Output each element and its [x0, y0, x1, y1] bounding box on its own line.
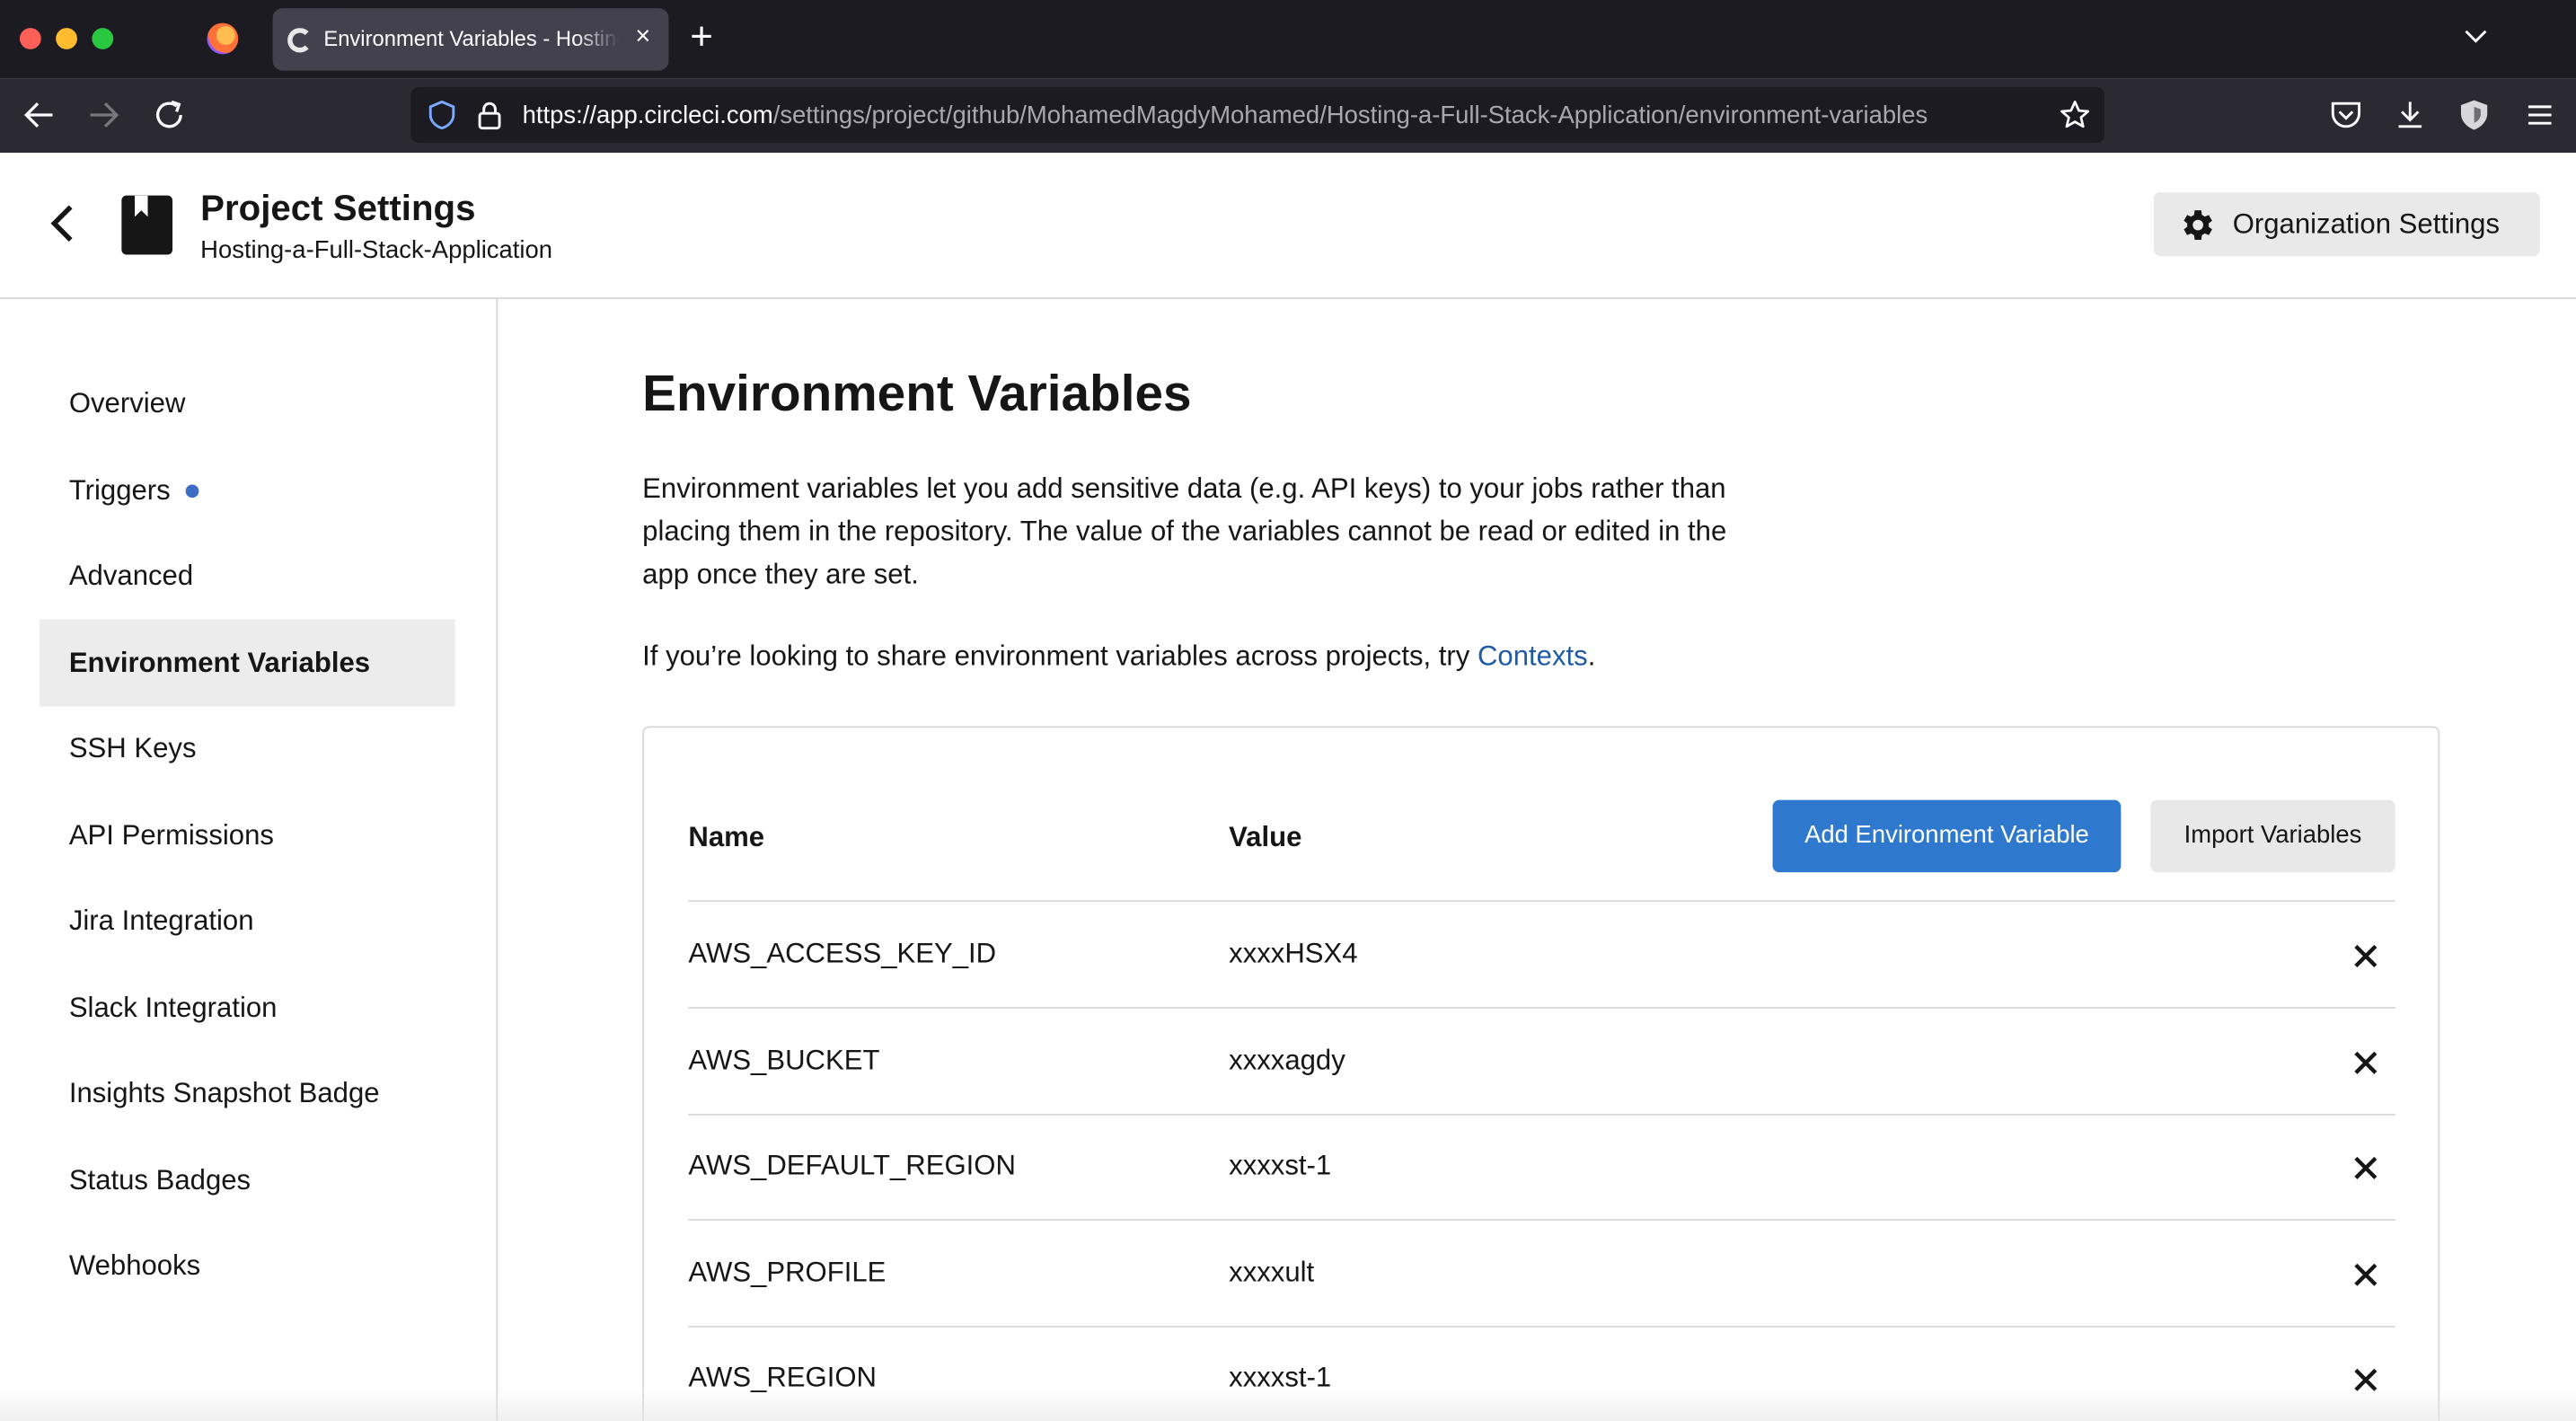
variable-name: AWS_BUCKET — [688, 1045, 880, 1076]
sidebar-item-label: Overview — [68, 387, 186, 419]
url-path: /settings/project/github/MohamedMagdyMoh… — [772, 102, 1928, 130]
circleci-favicon-icon — [287, 28, 313, 53]
page-title: Project Settings — [200, 187, 476, 229]
variable-value: xxxxagdy — [1229, 1045, 1345, 1076]
sidebar-item-overview[interactable]: Overview — [40, 360, 455, 447]
sidebar-item-advanced[interactable]: Advanced — [40, 533, 455, 620]
section-title: Environment Variables — [642, 365, 1192, 423]
back-arrow-icon[interactable] — [20, 95, 59, 135]
sidebar-item-label: Jira Integration — [68, 905, 254, 937]
gear-icon — [2183, 210, 2212, 241]
url-text: https://app.circleci.com/settings/projec… — [523, 102, 2042, 129]
contexts-hint: If you’re looking to share environment v… — [642, 640, 1595, 674]
table-row: AWS_REGION xxxxst-1 — [688, 1326, 2395, 1421]
bookmark-star-icon[interactable] — [2059, 99, 2092, 132]
url-host: https://app.circleci.com — [522, 102, 773, 130]
settings-sidebar: Overview Triggers Advanced Environment V… — [0, 298, 498, 1421]
sidebar-item-jira-integration[interactable]: Jira Integration — [40, 878, 455, 965]
tab-list-chevron-icon[interactable] — [2463, 23, 2489, 49]
tracking-protection-shield-icon[interactable] — [428, 100, 457, 130]
sidebar-item-insights-snapshot-badge[interactable]: Insights Snapshot Badge — [40, 1050, 455, 1137]
add-environment-variable-button[interactable]: Add Environment Variable — [1772, 799, 2122, 873]
window-minimize-button[interactable] — [56, 28, 77, 49]
sidebar-item-label: Slack Integration — [68, 992, 278, 1024]
forward-arrow-icon[interactable] — [84, 95, 123, 135]
sidebar-item-ssh-keys[interactable]: SSH Keys — [40, 705, 455, 792]
delete-x-icon[interactable] — [2351, 941, 2380, 971]
organization-settings-label: Organization Settings — [2232, 208, 2501, 241]
sidebar-item-label: Advanced — [68, 560, 194, 592]
variable-value: xxxxst-1 — [1229, 1362, 1332, 1393]
delete-x-icon[interactable] — [2351, 1048, 2380, 1078]
project-name: Hosting-a-Full-Stack-Application — [200, 236, 553, 265]
sidebar-item-api-permissions[interactable]: API Permissions — [40, 792, 455, 879]
import-variables-button[interactable]: Import Variables — [2150, 799, 2395, 873]
window-close-button[interactable] — [19, 28, 41, 49]
organization-settings-button[interactable]: Organization Settings — [2153, 191, 2540, 257]
delete-x-icon[interactable] — [2351, 1260, 2380, 1290]
downloads-icon[interactable] — [2392, 97, 2428, 133]
variable-value: xxxxult — [1229, 1257, 1315, 1288]
variable-name: AWS_DEFAULT_REGION — [688, 1150, 1016, 1181]
variable-name: AWS_PROFILE — [688, 1257, 887, 1288]
tab-close-button[interactable]: × — [635, 22, 650, 55]
contexts-hint-text: If you’re looking to share environment v… — [642, 640, 1478, 673]
back-chevron-icon[interactable] — [46, 202, 82, 245]
sidebar-item-label: Triggers — [68, 474, 171, 507]
tab-title: Environment Variables - Hosting-a-Full-S… — [323, 26, 619, 51]
browser-tab-bar: Environment Variables - Hosting-a-Full-S… — [0, 0, 2576, 79]
browser-tab-active[interactable]: Environment Variables - Hosting-a-Full-S… — [272, 8, 669, 71]
new-tab-button[interactable]: + — [690, 17, 713, 57]
notification-dot-icon — [185, 483, 198, 498]
sidebar-item-environment-variables[interactable]: Environment Variables — [39, 619, 455, 707]
contexts-hint-period: . — [1587, 640, 1596, 673]
variable-value: xxxxst-1 — [1229, 1150, 1332, 1181]
table-row: AWS_DEFAULT_REGION xxxxst-1 — [688, 1114, 2395, 1221]
variable-name: AWS_REGION — [688, 1362, 878, 1393]
pocket-icon[interactable] — [2328, 97, 2364, 133]
sidebar-item-webhooks[interactable]: Webhooks — [40, 1222, 455, 1310]
extension-shield-icon[interactable] — [2456, 97, 2492, 133]
browser-nav-bar: https://app.circleci.com/settings/projec… — [0, 78, 2576, 154]
section-description: Environment variables let you add sensit… — [642, 472, 1727, 590]
reload-icon[interactable] — [149, 95, 189, 135]
window-zoom-button[interactable] — [92, 28, 114, 49]
menu-hamburger-icon[interactable] — [2522, 97, 2558, 133]
variable-value: xxxxHSX4 — [1229, 938, 1358, 970]
table-row: AWS_ACCESS_KEY_ID xxxxHSX4 — [688, 902, 2395, 1009]
sidebar-item-status-badges[interactable]: Status Badges — [40, 1137, 455, 1224]
sidebar-item-label: Status Badges — [68, 1164, 251, 1196]
contexts-link[interactable]: Contexts — [1478, 640, 1588, 672]
sidebar-item-triggers[interactable]: Triggers — [40, 446, 455, 534]
variable-name: AWS_ACCESS_KEY_ID — [688, 938, 997, 970]
environment-variables-table: Name Value Add Environment Variable Impo… — [642, 726, 2440, 1421]
delete-x-icon[interactable] — [2351, 1365, 2380, 1395]
sidebar-item-slack-integration[interactable]: Slack Integration — [40, 965, 455, 1052]
firefox-icon[interactable] — [207, 22, 239, 55]
delete-x-icon[interactable] — [2351, 1153, 2380, 1183]
address-bar[interactable]: https://app.circleci.com/settings/projec… — [410, 86, 2105, 144]
project-book-icon — [121, 195, 173, 255]
sidebar-item-label: Environment Variables — [68, 647, 371, 679]
project-settings-header: Project Settings Hosting-a-Full-Stack-Ap… — [0, 153, 2576, 299]
column-header-name: Name — [688, 821, 765, 853]
sidebar-item-label: Webhooks — [68, 1249, 201, 1282]
sidebar-item-label: API Permissions — [68, 819, 274, 852]
sidebar-item-label: SSH Keys — [68, 732, 197, 764]
column-header-value: Value — [1229, 821, 1302, 853]
table-row: AWS_PROFILE xxxxult — [688, 1221, 2395, 1328]
table-row: AWS_BUCKET xxxxagdy — [688, 1009, 2395, 1116]
sidebar-item-label: Insights Snapshot Badge — [68, 1077, 380, 1109]
lock-icon[interactable] — [476, 101, 502, 130]
